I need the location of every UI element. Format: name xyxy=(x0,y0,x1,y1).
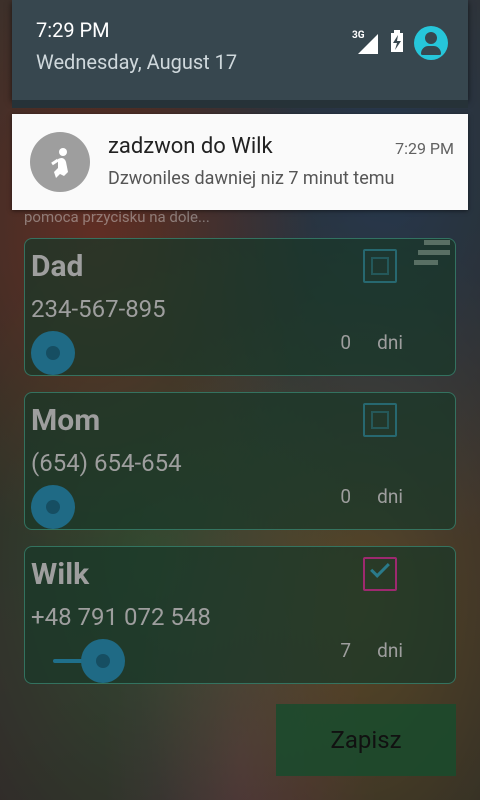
contact-card-dad[interactable]: Dad 234-567-895 0 dni xyxy=(24,238,456,376)
notification-title: zadzwon do Wilk xyxy=(108,134,273,159)
days-unit: dni xyxy=(377,331,403,354)
battery-charging-icon xyxy=(390,30,404,56)
days-slider-knob[interactable] xyxy=(31,331,75,375)
contact-name: Wilk xyxy=(31,557,90,592)
days-count: 0 xyxy=(340,331,351,354)
contact-card-wilk[interactable]: Wilk +48 791 072 548 7 dni xyxy=(24,546,456,684)
contact-phone: 234-567-895 xyxy=(31,295,166,323)
hint-text: pomoca przycisku na dole... xyxy=(24,208,210,226)
save-button[interactable]: Zapisz xyxy=(276,704,456,776)
notification-message: Dzwoniles dawniej niz 7 minut temu xyxy=(108,168,395,189)
contact-checkbox[interactable] xyxy=(363,249,397,283)
shade-date[interactable]: Wednesday, August 17 xyxy=(36,50,237,74)
app-notification-icon xyxy=(30,132,90,192)
notification-time: 7:29 PM xyxy=(395,139,454,158)
contact-checkbox[interactable] xyxy=(363,403,397,437)
notification-card[interactable]: zadzwon do Wilk 7:29 PM Dzwoniles dawnie… xyxy=(12,114,468,210)
days-slider-knob[interactable] xyxy=(31,485,75,529)
contact-phone: (654) 654-654 xyxy=(31,449,182,477)
shade-time: 7:29 PM xyxy=(36,18,110,42)
days-unit: dni xyxy=(377,639,403,662)
signal-3g-icon: 3G xyxy=(352,30,380,54)
contact-card-mom[interactable]: Mom (654) 654-654 0 dni xyxy=(24,392,456,530)
contact-name: Dad xyxy=(31,249,84,284)
days-slider-knob[interactable] xyxy=(81,639,125,683)
contact-phone: +48 791 072 548 xyxy=(31,603,211,631)
user-avatar-icon[interactable] xyxy=(414,26,448,60)
days-count: 0 xyxy=(340,485,351,508)
notification-shade-header: 7:29 PM Wednesday, August 17 3G xyxy=(12,0,468,100)
days-unit: dni xyxy=(377,485,403,508)
shade-divider xyxy=(12,100,468,108)
days-count: 7 xyxy=(340,639,351,662)
contact-checkbox-checked[interactable] xyxy=(363,557,397,591)
contact-name: Mom xyxy=(31,403,101,438)
